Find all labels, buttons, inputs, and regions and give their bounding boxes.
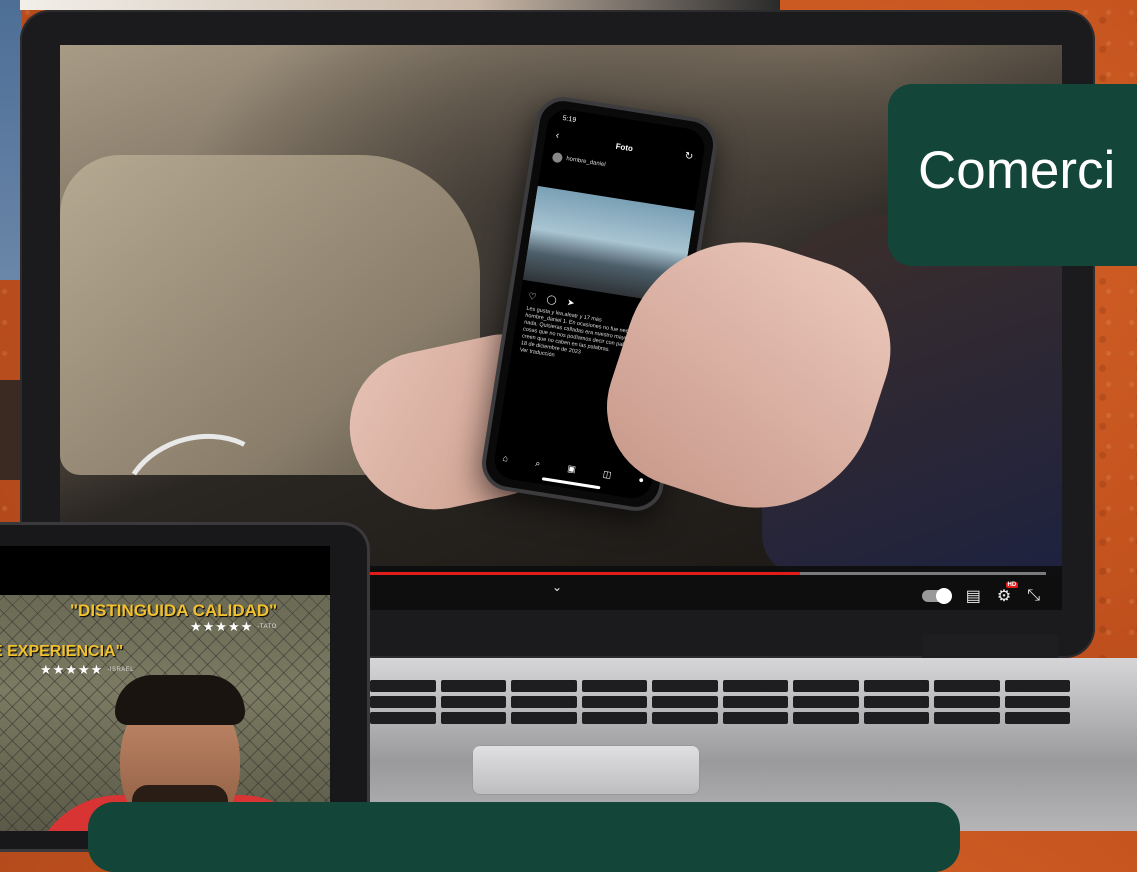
- review-quote: "DISTINGUIDA CALIDAD": [70, 601, 278, 620]
- background-left-strip: [0, 380, 20, 480]
- review-stars: ★★★★★ -TATO: [190, 619, 277, 635]
- person-hair: [115, 675, 245, 725]
- subtitles-icon[interactable]: ▤: [966, 586, 981, 606]
- phone-status-time: 5:19: [562, 114, 577, 125]
- laptop-keyboard: [370, 680, 1070, 740]
- star-rating: ★★★★★: [40, 662, 104, 677]
- autoplay-toggle[interactable]: [921, 588, 952, 604]
- category-label: Comerci: [918, 141, 1116, 200]
- refresh-icon: ↻: [683, 150, 694, 163]
- background-top-strip: [20, 0, 780, 10]
- shop-icon: ◫: [602, 468, 613, 480]
- reels-icon: ▣: [566, 463, 577, 475]
- username: hombre_daniel: [565, 156, 606, 169]
- reviewer-name: -ISRAEL: [107, 667, 135, 673]
- tablet-photo: [0, 595, 330, 831]
- home-icon: ⌂: [501, 452, 509, 464]
- review-quote: E EXPERIENCIA": [0, 643, 124, 660]
- settings-gear-icon[interactable]: ⚙ HD: [997, 582, 1019, 606]
- laptop-trackpad: [472, 745, 700, 795]
- hd-badge: HD: [1005, 582, 1019, 588]
- tablet-screen: "DISTINGUIDA CALIDAD" ★★★★★ -TATO E EXPE…: [0, 546, 330, 831]
- profile-icon: ●: [637, 474, 645, 486]
- avatar: [551, 151, 564, 164]
- bottom-caption-box: [88, 802, 960, 872]
- review-stars: ★★★★★ -ISRAEL: [40, 662, 134, 678]
- reviewer-name: -TATO: [257, 624, 277, 630]
- phone-post-user: hombre_daniel: [551, 151, 607, 170]
- video-controls: ▤ ⚙ HD ⤡: [921, 582, 1040, 606]
- exit-fullscreen-icon[interactable]: ⤡: [1027, 587, 1040, 605]
- chevron-down-icon[interactable]: ⌄: [552, 580, 562, 594]
- background-left-panel: [0, 0, 22, 280]
- phone-bottom-nav: ⌂ ⌕ ▣ ◫ ●: [502, 453, 645, 486]
- star-rating: ★★★★★: [190, 619, 254, 634]
- home-indicator: [541, 477, 601, 490]
- search-icon: ⌕: [534, 457, 542, 469]
